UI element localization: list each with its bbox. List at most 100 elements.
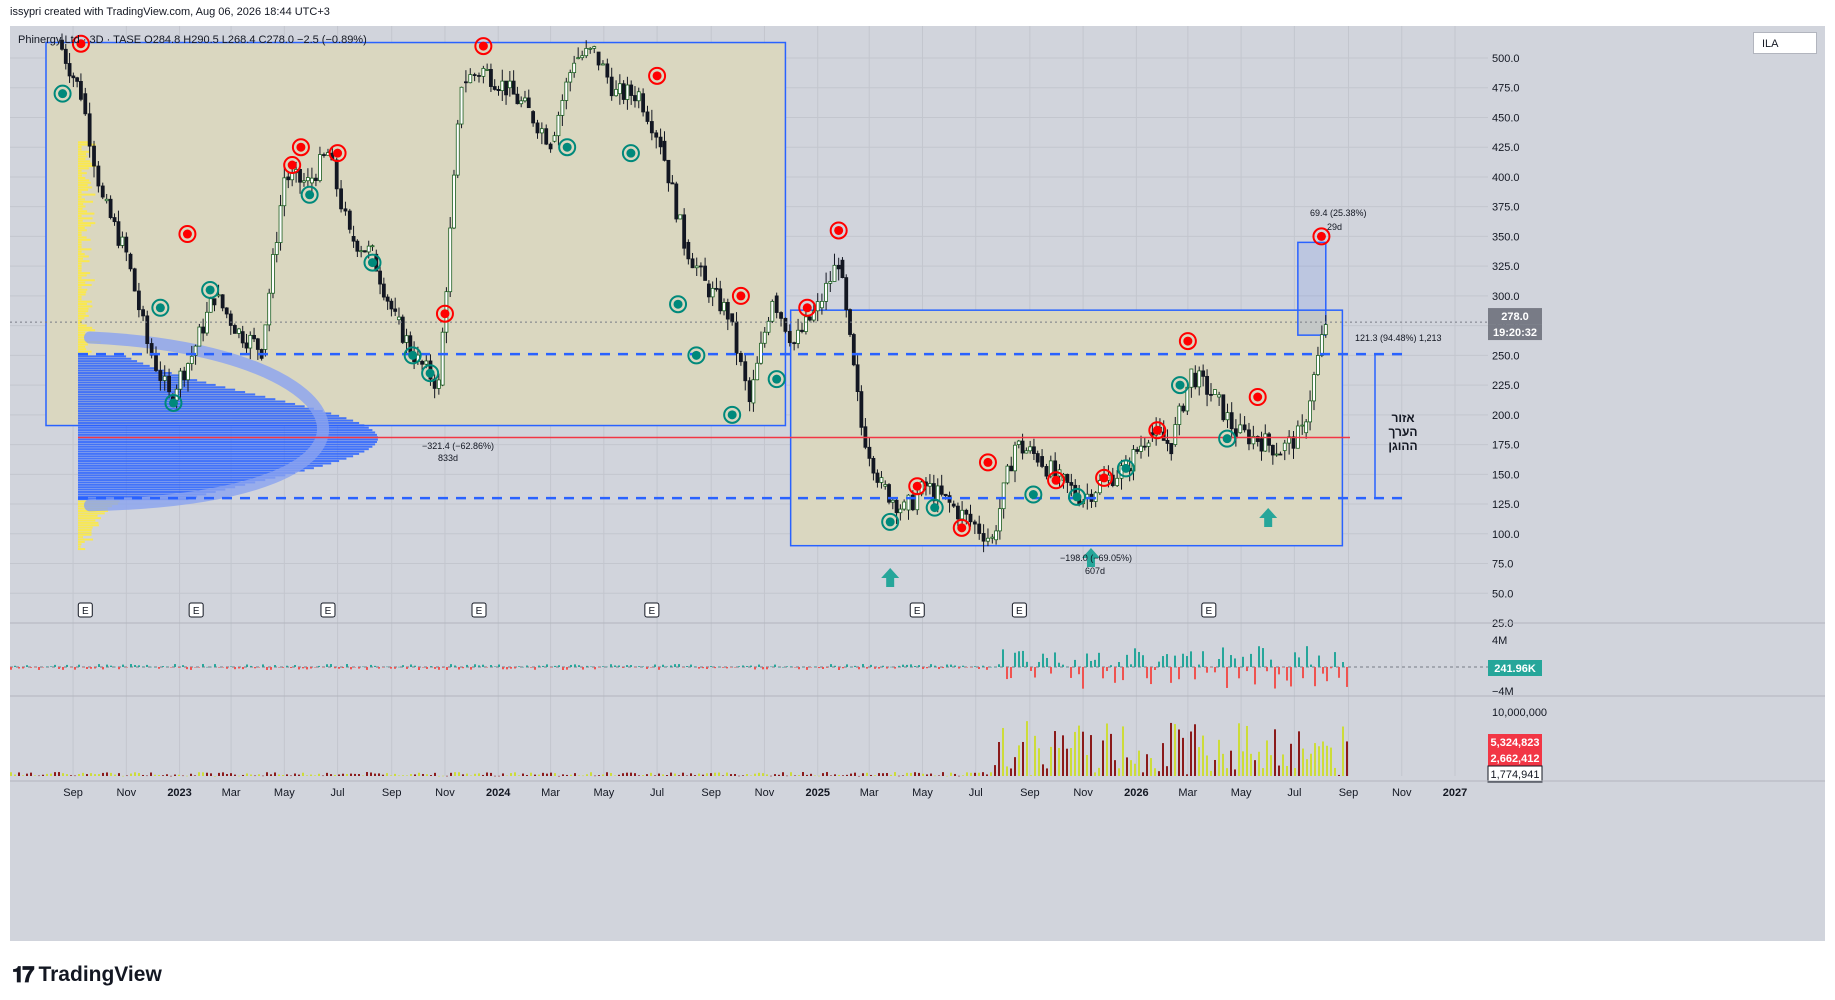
volume-bar [1006,766,1008,776]
profile-bar [78,201,93,203]
candle-body [982,533,985,541]
candle-body [788,331,791,342]
signal-dot [1183,337,1192,346]
volume-bar [654,775,656,776]
volume-bar [1222,754,1224,776]
delta-bar [246,664,248,667]
profile-bar [78,343,88,345]
volume-bar [10,772,12,776]
profile-bar [78,434,377,436]
candle-body [299,169,302,182]
candle-body [187,364,190,380]
delta-bar [326,664,328,667]
currency-selector[interactable]: ILA [1753,32,1817,54]
volume-bar [778,775,780,776]
candle-body [1210,394,1213,395]
volume-bar [582,776,584,777]
candle-body [1206,376,1209,394]
delta-bar [638,666,640,667]
candle-body [449,228,452,292]
volume-bar [62,773,64,776]
volume-bar [842,775,844,776]
volume-bar [806,775,808,776]
delta-bar [266,667,268,670]
candle-body [549,144,552,149]
candle-body [478,75,481,76]
delta-bar [1270,660,1272,667]
volume-bar [1218,740,1220,776]
volume-bar [554,773,556,776]
candle-body [133,269,136,291]
profile-bar [78,260,90,262]
candle-body [711,288,714,297]
candle-body [154,355,157,370]
delta-bar [350,667,352,669]
delta-bar [838,667,840,670]
candle-body [1178,406,1181,424]
candle-body [183,371,186,380]
delta-bar [734,667,736,668]
tradingview-logo[interactable]: 𝟏𝟕 TradingView [12,962,162,988]
volume-bar [470,776,472,777]
volume-bar [282,775,284,776]
volume-bar [186,776,188,777]
candle-body [1006,466,1009,483]
volume-bar [406,775,408,776]
delta-bar [1274,667,1276,689]
volume-bar [646,774,648,776]
candle-body [482,68,485,76]
delta-bar [1298,657,1300,667]
candle-body [497,89,500,90]
delta-bar [1078,667,1080,674]
candle-body [348,211,351,229]
volume-bar [386,773,388,776]
delta-bar [866,667,868,669]
volume-bar [274,772,276,776]
candle-body [84,94,87,114]
profile-bar [78,175,82,177]
measure1-days: 833d [438,453,458,463]
volume-bar [590,772,592,776]
candle-body [573,63,576,72]
delta-bar [890,667,892,668]
profile-bar [78,194,95,196]
profile-bar [78,301,92,303]
volume-bar [902,775,904,776]
volume-bar [558,776,560,777]
countdown-badge-text: 19:20:32 [1493,327,1537,339]
volume-bar [922,774,924,776]
volume-bar [1210,771,1212,776]
signal-dot [803,303,812,312]
signal-dot [930,503,939,512]
volume-bar [998,742,1000,776]
delta-bar [966,667,968,668]
delta-bar [978,667,980,669]
delta-bar [1150,667,1152,684]
price-tick-label: 475.0 [1492,83,1520,95]
volume-bar [550,773,552,776]
time-tick-label: Nov [755,787,775,799]
candle-body [998,509,1001,531]
candle-body [797,330,800,343]
volume-bar [762,773,764,776]
volume-bar [598,775,600,776]
volume-bar [230,773,232,776]
candle-body [829,281,832,283]
profile-bar [78,222,95,224]
price-chart[interactable]: E E E E E E E E 500.0 475.0 450.0 425.0 400.0 375.0 3… [10,26,1825,941]
price-tick-label: 425.0 [1492,142,1520,154]
volume-bar [222,772,224,776]
delta-bar [1250,654,1252,667]
delta-bar [314,667,316,668]
volume-bar [94,774,96,776]
delta-bar [450,664,452,667]
delta-bar [910,664,912,667]
candle-body [352,236,355,241]
volume-bar [1150,758,1152,776]
candle-body [493,87,496,90]
delta-bar [750,666,752,667]
signal-dot [728,410,737,419]
volume-bar [46,774,48,776]
signal-dot [983,458,992,467]
candle-body [715,288,718,289]
